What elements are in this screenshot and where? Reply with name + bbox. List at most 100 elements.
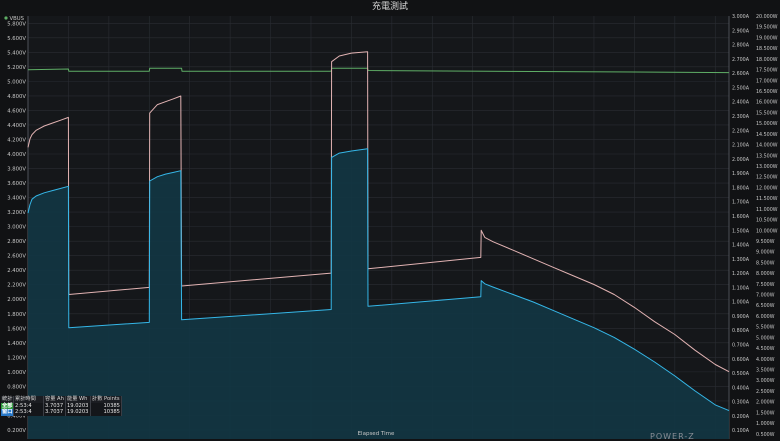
y-right-power-tick-label: 11.000W — [756, 207, 778, 213]
stats-header-cell: 計數 Points — [91, 396, 122, 403]
y-right-power-tick-label: 13.000W — [756, 164, 778, 170]
y-left-tick-label: 2.400V — [7, 268, 26, 274]
stats-time: 2:53:4 — [14, 409, 44, 416]
y-right-power-tick-label: 17.500W — [756, 68, 778, 74]
y-left-tick-label: 2.000V — [7, 297, 26, 303]
y-right-current-tick-label: 1.400A — [732, 243, 750, 249]
y-right-current-tick-label: 0.600A — [732, 357, 750, 363]
y-right-power-tick-label: 6.500W — [756, 303, 775, 309]
y-left-tick-label: 1.200V — [7, 355, 26, 361]
y-right-power-tick-label: 18.000W — [756, 57, 778, 63]
chart-title: 充電測試 — [372, 0, 408, 12]
y-left-tick-label: 3.000V — [7, 225, 26, 231]
stats-header-row: 統計 累計時間 容量 Ah 能量 Wh 計數 Points — [1, 396, 122, 403]
y-left-tick-label: 2.800V — [7, 239, 26, 245]
stats-points: 10385 — [91, 402, 122, 410]
y-left-tick-label: 4.800V — [7, 94, 26, 100]
y-left-tick-label: 1.600V — [7, 326, 26, 332]
y-right-power-tick-label: 5.500W — [756, 325, 775, 331]
y-left-tick-label: 5.800V — [7, 21, 26, 27]
y-right-current-tick-label: 2.100A — [732, 143, 750, 149]
y-right-power-tick-label: 10.000W — [756, 228, 778, 234]
y-left-tick-label: 3.800V — [7, 167, 26, 173]
y-left-tick-label: 4.200V — [7, 137, 26, 143]
y-right-current-tick-label: 2.800A — [732, 43, 750, 49]
y-right-power-tick-label: 3.500W — [756, 368, 775, 374]
y-left-tick-label: 2.600V — [7, 254, 26, 260]
y-right-power-tick-label: 0.500W — [756, 432, 775, 438]
y-right-power-tick-label: 15.500W — [756, 110, 778, 116]
y-right-current-tick-label: 0.500A — [732, 371, 750, 377]
y-right-power-tick-label: 20.000W — [756, 14, 778, 20]
stats-ah: 3.7037 — [44, 409, 66, 416]
y-right-current-tick-label: 2.200A — [732, 128, 750, 134]
stats-tag-window: 窗口 — [1, 409, 14, 416]
y-right-current-tick-label: 2.300A — [732, 114, 750, 120]
stats-points: 10385 — [91, 409, 122, 416]
stats-header-cell: 累計時間 — [14, 396, 44, 403]
y-right-power-tick-label: 14.000W — [756, 143, 778, 149]
y-right-power-tick-label: 3.000W — [756, 378, 775, 384]
y-right-power-tick-label: 5.000W — [756, 335, 775, 341]
y-left-tick-label: 1.400V — [7, 341, 26, 347]
y-right-current-tick-label: 1.800A — [732, 185, 750, 191]
y-right-power-tick-label: 12.500W — [756, 175, 778, 181]
plot-area: 0.000V0.200V0.400V0.600V0.800V1.000V1.20… — [7, 14, 778, 439]
y-right-current-tick-label: 2.600A — [732, 71, 750, 77]
y-right-current-tick-label: 1.000A — [732, 300, 750, 306]
y-right-current-tick-label: 0.700A — [732, 343, 750, 349]
y-left-tick-label: 5.000V — [7, 79, 26, 85]
y-right-power-tick-label: 12.000W — [756, 185, 778, 191]
y-right-power-tick-label: 10.500W — [756, 218, 778, 224]
y-right-current-tick-label: 0.900A — [732, 314, 750, 320]
y-right-current-tick-label: 1.300A — [732, 257, 750, 263]
power-z-logo: POWER-Z — [650, 432, 695, 441]
y-right-current-tick-label: 2.900A — [732, 28, 750, 34]
y-right-power-tick-label: 2.000W — [756, 400, 775, 406]
stats-row-all: 全部 2:53:4 3.7037 19.0203 10385 — [1, 402, 122, 410]
y-left-tick-label: 0.200V — [7, 428, 26, 434]
stats-wh: 19.0203 — [66, 409, 91, 416]
y-right-power-tick-label: 9.500W — [756, 239, 775, 245]
statistics-table: 統計 累計時間 容量 Ah 能量 Wh 計數 Points 全部 2:53:4 … — [1, 396, 122, 416]
stats-header-cell: 統計 — [1, 396, 14, 403]
y-right-current-tick-label: 0.400A — [732, 385, 750, 391]
y-left-tick-label: 5.600V — [7, 36, 26, 42]
y-right-power-tick-label: 2.500W — [756, 389, 775, 395]
y-right-power-tick-label: 17.000W — [756, 78, 778, 84]
y-right-power-tick-label: 19.000W — [756, 35, 778, 41]
y-right-current-tick-label: 1.900A — [732, 171, 750, 177]
y-right-power-tick-label: 1.000W — [756, 421, 775, 427]
y-left-tick-label: 1.000V — [7, 370, 26, 376]
y-left-tick-label: 4.400V — [7, 123, 26, 129]
y-right-power-tick-label: 15.000W — [756, 121, 778, 127]
y-left-tick-label: 1.800V — [7, 312, 26, 318]
y-right-power-tick-label: 8.500W — [756, 260, 775, 266]
y-right-current-tick-label: 0.800A — [732, 328, 750, 334]
y-right-current-tick-label: 1.500A — [732, 228, 750, 234]
x-axis-label: Elapsed Time — [358, 431, 395, 437]
y-right-power-tick-label: 18.500W — [756, 46, 778, 52]
y-left-tick-label: 5.200V — [7, 65, 26, 71]
y-right-current-tick-label: 0.200A — [732, 414, 750, 420]
y-right-power-tick-label: 8.000W — [756, 271, 775, 277]
y-right-power-tick-label: 6.000W — [756, 314, 775, 320]
y-right-power-tick-label: 4.000W — [756, 357, 775, 363]
stats-wh: 19.0203 — [66, 402, 91, 410]
y-right-current-tick-label: 1.100A — [732, 285, 750, 291]
legend-marker-vbus — [4, 16, 8, 20]
y-right-power-tick-label: 4.500W — [756, 346, 775, 352]
stats-row-window: 窗口 2:53:4 3.7037 19.0203 10385 — [1, 409, 122, 416]
y-right-current-tick-label: 1.600A — [732, 214, 750, 220]
y-left-tick-label: 3.200V — [7, 210, 26, 216]
y-left-tick-label: 5.400V — [7, 50, 26, 56]
y-right-current-tick-label: 3.000A — [732, 14, 750, 20]
y-right-current-tick-label: 2.400A — [732, 100, 750, 106]
y-right-current-tick-label: 1.200A — [732, 271, 750, 277]
y-right-power-tick-label: 1.500W — [756, 410, 775, 416]
y-right-power-tick-label: 16.500W — [756, 89, 778, 95]
y-right-power-tick-label: 13.500W — [756, 153, 778, 159]
y-right-current-tick-label: 2.500A — [732, 85, 750, 91]
stats-header-cell: 能量 Wh — [66, 396, 91, 403]
stats-ah: 3.7037 — [44, 402, 66, 410]
